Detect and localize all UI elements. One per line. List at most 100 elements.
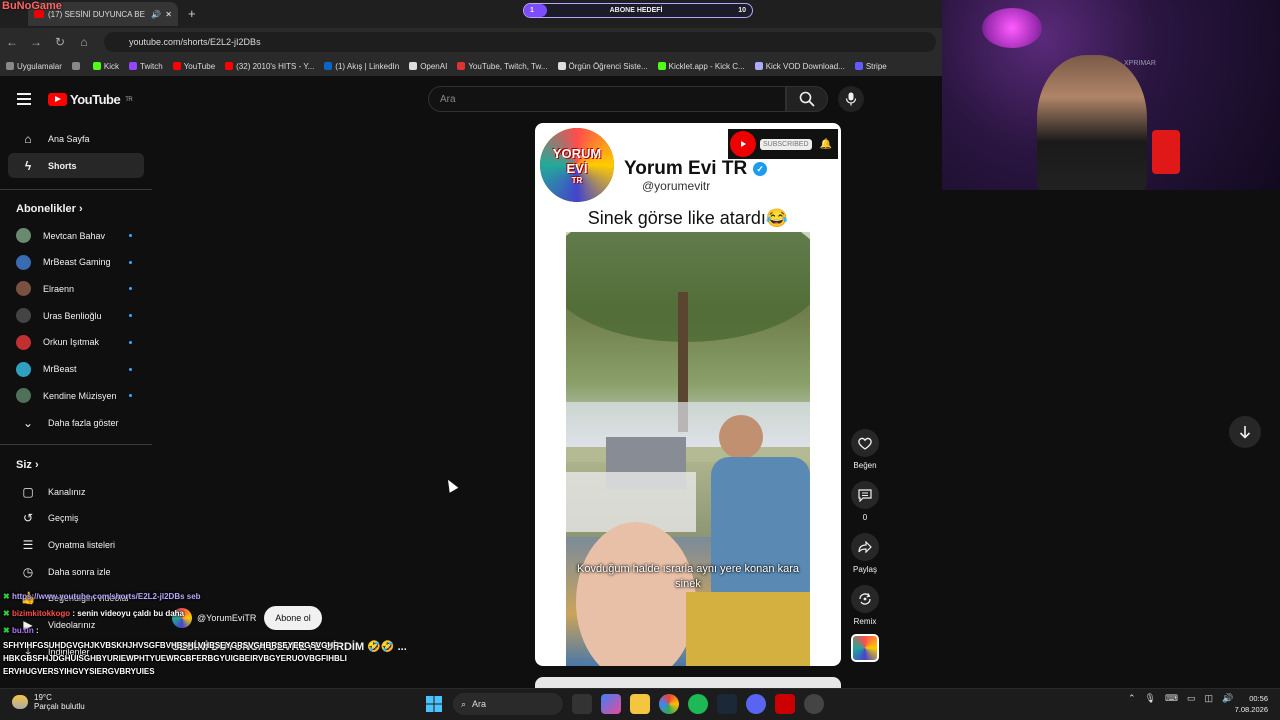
- short-caption: Sinek görse like atardı😂: [587, 208, 789, 228]
- steam-icon[interactable]: [717, 694, 737, 714]
- comments-button[interactable]: [851, 481, 879, 509]
- subscription-item[interactable]: Uras Benlioğlu: [8, 303, 144, 328]
- new-tab-button[interactable]: +: [188, 6, 196, 21]
- share-button[interactable]: [851, 533, 879, 561]
- bookmark-item[interactable]: (32) 2010's HITS - Y...: [225, 62, 314, 71]
- shorts-player[interactable]: YORUM EVİ TR Yorum Evi TR ✓ @yorumevitr …: [535, 123, 841, 666]
- sidebar-item[interactable]: ↺ Geçmiş: [8, 506, 144, 531]
- sidebar-item[interactable]: ϟ Shorts: [8, 153, 144, 178]
- taskbar-clock[interactable]: 00:56 7.08.2026: [1228, 693, 1268, 715]
- sidebar-item[interactable]: ▢ Kanalınız: [8, 479, 144, 504]
- bookmark-item[interactable]: Uygulamalar: [6, 62, 62, 71]
- bookmark-item[interactable]: (1) Akış | LinkedIn: [324, 62, 399, 71]
- audio-source-thumbnail[interactable]: [851, 634, 879, 662]
- search-button[interactable]: [786, 86, 828, 112]
- subscription-item[interactable]: Elraenn: [8, 276, 144, 301]
- bookmark-item[interactable]: Kicklet.app - Kick C...: [657, 62, 745, 71]
- mic-tray-icon[interactable]: 🎙: [1145, 693, 1156, 704]
- hamburger-menu-icon[interactable]: [17, 93, 31, 105]
- forward-icon[interactable]: →: [24, 35, 48, 49]
- windows-start-icon[interactable]: [424, 694, 444, 714]
- region-code: TR: [125, 96, 133, 103]
- channel-avatar: [16, 308, 31, 324]
- bookmark-item[interactable]: YouTube: [172, 62, 215, 71]
- bookmark-item[interactable]: Örgün Öğrenci Siste...: [557, 62, 648, 71]
- tray-expand-icon[interactable]: ⌃: [1128, 693, 1136, 704]
- video-subtitle: Kovduğum halde ısrarla aynı yere konan k…: [577, 563, 799, 590]
- back-icon[interactable]: ←: [0, 35, 24, 49]
- bookmarks-bar: Uygulamalar Kick Twitch YouTube (32) 2010's …: [0, 56, 942, 76]
- bookmark-item[interactable]: Kick VOD Download...: [754, 62, 845, 71]
- remix-button[interactable]: [851, 585, 879, 613]
- taskbar-search[interactable]: ⌕ Ara: [453, 693, 563, 715]
- chat-message: ✖ bizimkitokkogo : senin videoyu çaldı b…: [3, 609, 184, 618]
- sidebar-item-label: Shorts: [48, 160, 77, 171]
- reload-icon[interactable]: ↻: [48, 35, 72, 49]
- chat-message: SFHYIHFGSUHDGVGHJKVBSKHJHVSGFBVHBSHLVHBS…: [3, 641, 338, 650]
- goal-label: ABONE HEDEFİ: [609, 7, 663, 14]
- taskbar-search-icon: ⌕: [461, 698, 467, 709]
- subscription-item[interactable]: Mevtcan Bahav: [8, 223, 144, 248]
- shorts-icon: ϟ: [24, 158, 32, 173]
- obs-icon[interactable]: [775, 694, 795, 714]
- comments-action[interactable]: 0: [845, 481, 885, 522]
- sidebar-item[interactable]: ◷ Daha sonra izle: [8, 559, 144, 584]
- audio-icon[interactable]: 🔊: [151, 10, 161, 19]
- voice-search-button[interactable]: [838, 86, 864, 112]
- file-explorer-icon[interactable]: [630, 694, 650, 714]
- next-short-button[interactable]: [1229, 416, 1261, 448]
- search-input[interactable]: Ara: [428, 86, 786, 112]
- remix-action[interactable]: Remix: [845, 585, 885, 626]
- subscribe-button[interactable]: Abone ol: [264, 606, 322, 630]
- home-icon[interactable]: ⌂: [72, 35, 96, 49]
- bookmark-item[interactable]: YouTube, Twitch, Tw...: [457, 62, 548, 71]
- task-view-icon[interactable]: [572, 694, 592, 714]
- subscription-item[interactable]: MrBeast Gaming: [8, 250, 144, 275]
- bookmark-favicon-icon: [557, 62, 566, 70]
- short-channel-handle: @yorumevitr: [642, 179, 711, 193]
- keyboard-icon[interactable]: ⌨: [1165, 693, 1178, 704]
- bookmark-item[interactable]: Stripe: [854, 62, 887, 71]
- webcam-overlay: XPRIMAR: [942, 0, 1280, 190]
- tab-close-icon[interactable]: ✕: [165, 10, 172, 19]
- settings-icon[interactable]: [804, 694, 824, 714]
- bookmark-favicon-icon: [225, 62, 234, 70]
- taskbar-apps: ⌕ Ara: [424, 693, 824, 715]
- sidebar-item[interactable]: ⌂ Ana Sayfa: [8, 126, 144, 151]
- bookmark-item[interactable]: Kick: [92, 62, 119, 71]
- chrome-icon[interactable]: [659, 694, 679, 714]
- subscription-item[interactable]: Orkun Işıtmak: [8, 330, 144, 355]
- sidebar-item-label: Ana Sayfa: [48, 133, 90, 144]
- sidebar-item-label: Videolarınız: [48, 620, 96, 630]
- copilot-icon[interactable]: [601, 694, 621, 714]
- discord-icon[interactable]: [746, 694, 766, 714]
- bookmark-item[interactable]: OpenAI: [409, 62, 447, 71]
- bookmark-item[interactable]: Twitch: [129, 62, 163, 71]
- like-action[interactable]: Beğen: [845, 429, 885, 470]
- subscriptions-heading[interactable]: Abonelikler ›: [16, 203, 83, 215]
- new-content-dot: [129, 314, 132, 318]
- subscription-item[interactable]: MrBeast: [8, 357, 144, 382]
- subscription-item[interactable]: Kendine Müzisyen: [8, 383, 144, 408]
- subscribed-label: SUBSCRIBED: [760, 138, 812, 150]
- like-button[interactable]: [851, 429, 879, 457]
- short-overlay-channel[interactable]: @YorumEviTR: [172, 608, 256, 628]
- new-content-dot: [129, 234, 132, 237]
- youtube-subscribe-icon: [730, 131, 756, 157]
- weather-icon: [12, 695, 28, 709]
- youtube-logo[interactable]: YouTube TR: [48, 92, 133, 107]
- sidebar-item[interactable]: ☰ Oynatma listeleri: [8, 532, 144, 557]
- spotify-icon[interactable]: [688, 694, 708, 714]
- share-action[interactable]: Paylaş: [845, 533, 885, 574]
- bookmark-item[interactable]: [71, 62, 83, 70]
- display-icon[interactable]: ▭: [1187, 693, 1196, 704]
- weather-temp: 19°C: [34, 693, 52, 702]
- short-video-frame[interactable]: Kovduğum halde ısrarla aynı yere konan k…: [566, 232, 810, 666]
- show-more-button[interactable]: ⌄ Daha fazla göster: [8, 410, 144, 435]
- url-field[interactable]: youtube.com/shorts/E2L2-jI2DBs: [104, 32, 936, 52]
- network-icon[interactable]: ◫: [1205, 693, 1214, 704]
- short-channel-name: Yorum Evi TR ✓: [624, 158, 768, 180]
- weather-widget[interactable]: 19°C Parçalı bulutlu: [12, 693, 85, 711]
- chat-badge-icon: ✖: [3, 609, 12, 618]
- you-heading[interactable]: Siz ›: [16, 459, 39, 471]
